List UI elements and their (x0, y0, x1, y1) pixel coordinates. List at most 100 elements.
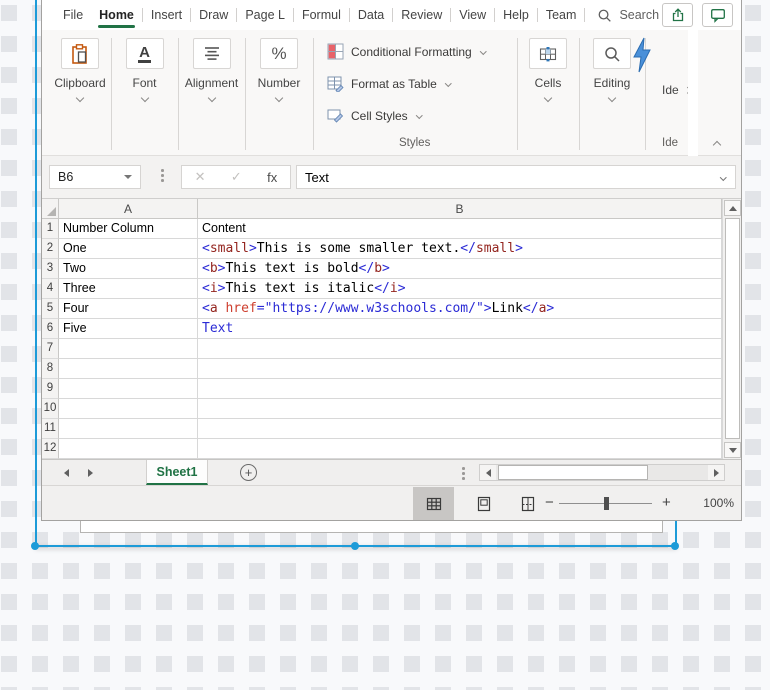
row-header[interactable]: 6 (42, 319, 59, 339)
ribbon-tab-view[interactable]: View (451, 0, 494, 30)
editing-button[interactable] (593, 38, 631, 69)
ribbon-tab-formul[interactable]: Formul (294, 0, 349, 30)
chevron-down-icon[interactable] (140, 93, 149, 103)
cell-a12[interactable] (59, 439, 198, 459)
selection-handle-bottom-left[interactable] (31, 542, 39, 550)
conditional-formatting-button[interactable]: Conditional Formatting (327, 43, 487, 60)
clipboard-button[interactable] (61, 38, 99, 69)
page-break-view-button[interactable] (511, 487, 545, 520)
horizontal-scrollbar[interactable] (479, 464, 725, 481)
column-header-b[interactable]: B (198, 199, 722, 219)
cell-a2[interactable]: One (59, 239, 198, 259)
next-sheet-button[interactable] (88, 469, 93, 477)
normal-view-button[interactable] (413, 487, 454, 520)
cell-a11[interactable] (59, 419, 198, 439)
scroll-left-button[interactable] (480, 465, 496, 480)
cell-a7[interactable] (59, 339, 198, 359)
row-header[interactable]: 11 (42, 419, 59, 439)
previous-sheet-button[interactable] (64, 469, 69, 477)
ribbon-tab-home[interactable]: Home (91, 0, 142, 30)
row-header[interactable]: 1 (42, 219, 59, 239)
format-as-table-button[interactable]: Format as Table (327, 75, 452, 92)
cancel-icon[interactable]: ✕ (195, 169, 206, 185)
page-layout-view-button[interactable] (466, 487, 501, 520)
cell-a3[interactable]: Two (59, 259, 198, 279)
cell-b1[interactable]: Content (198, 219, 722, 239)
expand-formula-bar-icon[interactable] (719, 173, 726, 181)
selection-handle-bottom-middle[interactable] (351, 542, 359, 550)
chevron-down-icon[interactable] (543, 93, 553, 103)
row-header[interactable]: 5 (42, 299, 59, 319)
comment-button[interactable] (702, 3, 733, 27)
row-header[interactable]: 7 (42, 339, 59, 359)
select-all-corner[interactable] (42, 199, 59, 219)
name-box[interactable]: B6 (49, 165, 141, 189)
cell-styles-button[interactable]: Cell Styles (327, 107, 423, 124)
vertical-scrollbar[interactable] (722, 199, 741, 459)
ideas-button[interactable]: Ide (662, 83, 691, 97)
row-header[interactable]: 10 (42, 399, 59, 419)
number-button[interactable]: % (260, 38, 298, 69)
formula-input[interactable]: Text (296, 165, 736, 189)
cell-b10[interactable] (198, 399, 722, 419)
chevron-down-icon[interactable] (207, 93, 216, 103)
ribbon-tab-draw[interactable]: Draw (191, 0, 236, 30)
chevron-down-icon[interactable] (274, 93, 284, 103)
zoom-slider-thumb[interactable] (604, 497, 609, 510)
cell-b8[interactable] (198, 359, 722, 379)
cell-a9[interactable] (59, 379, 198, 399)
new-sheet-button[interactable]: + (240, 464, 257, 481)
scroll-down-button[interactable] (724, 442, 741, 458)
cell-a10[interactable] (59, 399, 198, 419)
row-header[interactable]: 2 (42, 239, 59, 259)
row-header[interactable]: 3 (42, 259, 59, 279)
row-header[interactable]: 4 (42, 279, 59, 299)
cell-b7[interactable] (198, 339, 722, 359)
ribbon-tab-team[interactable]: Team (538, 0, 585, 30)
ribbon-tab-data[interactable]: Data (350, 0, 392, 30)
ribbon-tab-help[interactable]: Help (495, 0, 537, 30)
insert-function-icon[interactable]: fx (267, 170, 277, 185)
enter-icon[interactable]: ✓ (231, 169, 242, 185)
cell-b6[interactable]: Text (198, 319, 722, 339)
cell-b12[interactable] (198, 439, 722, 459)
cell-a6[interactable]: Five (59, 319, 198, 339)
row-header[interactable]: 8 (42, 359, 59, 379)
cell-b2[interactable]: <small>This is some smaller text.</small… (198, 239, 722, 259)
collapse-ribbon-icon[interactable] (712, 140, 722, 150)
ribbon-tab-review[interactable]: Review (393, 0, 450, 30)
row-header[interactable]: 9 (42, 379, 59, 399)
ribbon-tab-page-l[interactable]: Page L (237, 0, 293, 30)
alignment-button[interactable] (192, 38, 231, 69)
zoom-out-button[interactable]: − (545, 494, 554, 511)
chevron-down-icon[interactable] (75, 93, 85, 103)
ribbon-tab-file[interactable]: File (55, 0, 91, 30)
cell-a1[interactable]: Number Column (59, 219, 198, 239)
selection-handle-bottom-right[interactable] (671, 542, 679, 550)
share-button[interactable] (662, 3, 693, 27)
cell-a4[interactable]: Three (59, 279, 198, 299)
search-box[interactable]: Search (597, 8, 659, 23)
zoom-level[interactable]: 100% (694, 496, 734, 510)
cell-b4[interactable]: <i>This text is italic</i> (198, 279, 722, 299)
cell-b3[interactable]: <b>This text is bold</b> (198, 259, 722, 279)
vertical-scrollbar-thumb[interactable] (725, 218, 740, 439)
cell-b9[interactable] (198, 379, 722, 399)
chevron-down-icon[interactable] (607, 93, 617, 103)
horizontal-scrollbar-thumb[interactable] (498, 465, 648, 480)
sheet-tab-sheet1[interactable]: Sheet1 (146, 460, 208, 485)
cell-a8[interactable] (59, 359, 198, 379)
cell-b5[interactable]: <a href="https://www.w3schools.com/">Lin… (198, 299, 722, 319)
ideas-icon[interactable] (631, 37, 653, 73)
name-box-dropdown-icon[interactable] (124, 175, 132, 179)
column-header-a[interactable]: A (59, 199, 198, 219)
scroll-right-button[interactable] (708, 465, 724, 480)
row-header[interactable]: 12 (42, 439, 59, 459)
font-button[interactable]: A (125, 38, 164, 69)
cell-b11[interactable] (198, 419, 722, 439)
scroll-up-button[interactable] (724, 200, 741, 216)
cells-button[interactable] (529, 38, 567, 69)
ribbon-tab-insert[interactable]: Insert (143, 0, 190, 30)
zoom-in-button[interactable]: + (662, 494, 671, 511)
cell-a5[interactable]: Four (59, 299, 198, 319)
